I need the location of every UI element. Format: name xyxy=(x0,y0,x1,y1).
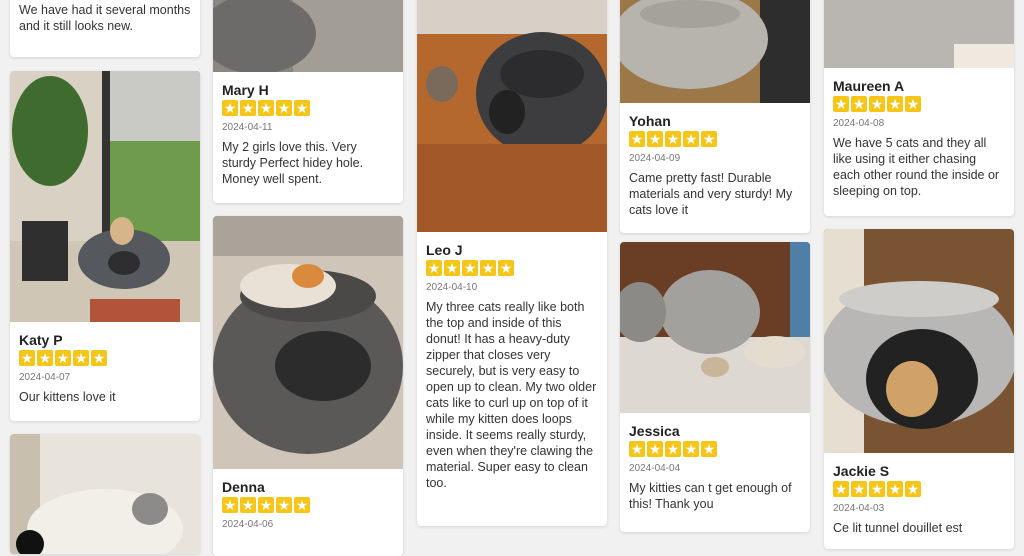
review-photo[interactable] xyxy=(10,71,200,322)
star-icon xyxy=(683,439,699,459)
star-icon xyxy=(294,495,310,515)
star-icon xyxy=(665,439,681,459)
review-text: My 2 girls love this. Very sturdy Perfec… xyxy=(222,140,364,186)
rating-stars xyxy=(222,98,394,118)
review-card-katy[interactable]: Katy P 2024-04-07 Our kittens love it xyxy=(10,71,200,421)
star-icon xyxy=(258,495,274,515)
star-icon xyxy=(240,495,256,515)
reviewer-name: Mary H xyxy=(222,82,269,98)
star-icon xyxy=(869,479,885,499)
star-icon xyxy=(905,479,921,499)
reviewer-name: Leo J xyxy=(426,242,463,258)
review-card[interactable]: We have had it several months and it sti… xyxy=(10,0,200,57)
review-text: Our kittens love it xyxy=(19,390,116,404)
review-text: My kitties can t get enough of this! Tha… xyxy=(629,481,792,511)
star-icon xyxy=(629,129,645,149)
star-icon xyxy=(701,129,717,149)
star-icon xyxy=(665,129,681,149)
review-card-jackie[interactable]: Jackie S 2024-04-03 Ce lit tunnel douill… xyxy=(824,229,1014,549)
review-date: 2024-04-11 xyxy=(222,122,273,133)
star-icon xyxy=(294,98,310,118)
star-icon xyxy=(240,98,256,118)
review-column-5: Maureen A 2024-04-08 We have 5 cats and … xyxy=(824,0,1014,549)
review-card-leo[interactable]: Leo J 2024-04-10 My three cats really li… xyxy=(417,0,607,526)
review-card[interactable] xyxy=(10,434,200,554)
star-icon xyxy=(498,258,514,278)
star-icon xyxy=(55,348,71,368)
review-photo[interactable] xyxy=(417,0,607,232)
rating-stars xyxy=(833,94,1005,114)
star-icon xyxy=(276,495,292,515)
star-icon xyxy=(37,348,53,368)
review-date: 2024-04-08 xyxy=(833,118,885,129)
star-icon xyxy=(91,348,107,368)
reviewer-name: Katy P xyxy=(19,332,63,348)
review-column-1: We have had it several months and it sti… xyxy=(10,0,200,554)
rating-stars xyxy=(629,129,801,149)
star-icon xyxy=(851,94,867,114)
rating-stars xyxy=(833,479,1005,499)
star-icon xyxy=(833,479,849,499)
rating-stars xyxy=(222,495,394,515)
review-photo[interactable] xyxy=(10,434,200,554)
review-column-3: Leo J 2024-04-10 My three cats really li… xyxy=(417,0,607,536)
review-photo[interactable] xyxy=(620,242,810,413)
star-icon xyxy=(19,348,35,368)
review-date: 2024-04-03 xyxy=(833,503,885,514)
review-photo[interactable] xyxy=(824,229,1014,453)
reviewer-name: Jessica xyxy=(629,423,680,439)
star-icon xyxy=(222,495,238,515)
star-icon xyxy=(73,348,89,368)
review-date: 2024-04-07 xyxy=(19,372,71,383)
star-icon xyxy=(222,98,238,118)
reviewer-name: Yohan xyxy=(629,113,671,129)
star-icon xyxy=(276,98,292,118)
star-icon xyxy=(647,129,663,149)
reviewer-name: Denna xyxy=(222,479,265,495)
review-card-yohan[interactable]: Yohan 2024-04-09 Came pretty fast! Durab… xyxy=(620,0,810,233)
review-card-jessica[interactable]: Jessica 2024-04-04 My kitties can t get … xyxy=(620,242,810,532)
star-icon xyxy=(462,258,478,278)
star-icon xyxy=(905,94,921,114)
review-date: 2024-04-06 xyxy=(222,519,274,530)
star-icon xyxy=(683,129,699,149)
review-date: 2024-04-10 xyxy=(426,282,478,293)
rating-stars xyxy=(629,439,801,459)
review-card-mary[interactable]: Mary H 2024-04-11 My 2 girls love this. … xyxy=(213,0,403,203)
star-icon xyxy=(480,258,496,278)
review-date: 2024-04-04 xyxy=(629,463,681,474)
reviewer-name: Jackie S xyxy=(833,463,890,479)
star-icon xyxy=(887,94,903,114)
review-column-4: Yohan 2024-04-09 Came pretty fast! Durab… xyxy=(620,0,810,536)
review-text: Ce lit tunnel douillet est xyxy=(833,521,963,535)
review-card-denna[interactable]: Denna 2024-04-06 xyxy=(213,216,403,556)
star-icon xyxy=(444,258,460,278)
review-photo[interactable] xyxy=(213,0,403,72)
star-icon xyxy=(258,98,274,118)
star-icon xyxy=(887,479,903,499)
review-date: 2024-04-09 xyxy=(629,153,681,164)
star-icon xyxy=(851,479,867,499)
review-card-maureen[interactable]: Maureen A 2024-04-08 We have 5 cats and … xyxy=(824,0,1014,216)
review-text: My three cats really like both the top a… xyxy=(426,300,597,490)
review-column-2: Mary H 2024-04-11 My 2 girls love this. … xyxy=(213,0,403,556)
star-icon xyxy=(869,94,885,114)
star-icon xyxy=(833,94,849,114)
reviewer-name: Maureen A xyxy=(833,78,905,94)
rating-stars xyxy=(426,258,598,278)
star-icon xyxy=(647,439,663,459)
review-photo[interactable] xyxy=(620,0,810,103)
star-icon xyxy=(426,258,442,278)
review-text: Came pretty fast! Durable materials and … xyxy=(629,171,793,217)
review-photo[interactable] xyxy=(824,0,1014,68)
review-text: We have 5 cats and they all like using i… xyxy=(833,136,1000,198)
star-icon xyxy=(701,439,717,459)
rating-stars xyxy=(19,348,191,368)
review-text: We have had it several months and it sti… xyxy=(19,3,191,33)
review-photo[interactable] xyxy=(213,216,403,469)
star-icon xyxy=(629,439,645,459)
